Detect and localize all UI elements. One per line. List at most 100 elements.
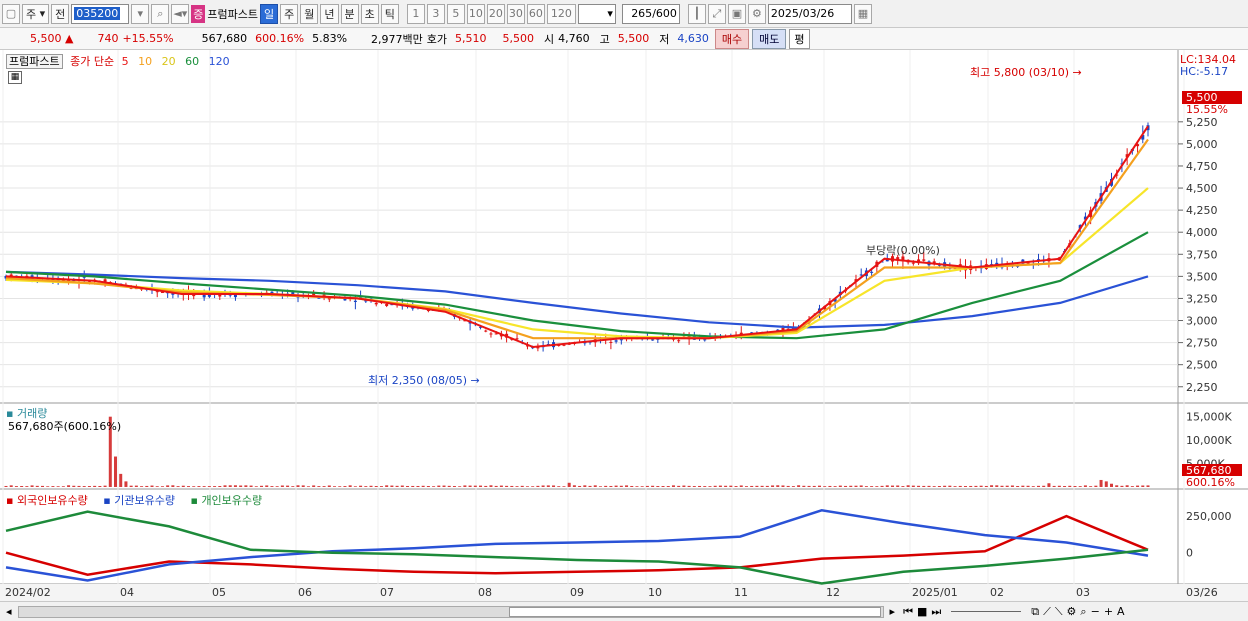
auto-icon[interactable]: A [1117,605,1125,618]
stock-code-input[interactable]: 035200 [71,3,130,24]
toolbar: ▢ 주 ▾ 전 035200 ▾ ⌕ ◄▾ 증 프럼파스트 일 주 월 년 분 … [0,0,1248,28]
volume-bar [56,486,60,487]
volume-bar [4,485,8,487]
volume-bar [906,485,910,487]
scroll-right-icon[interactable]: ▸ [890,605,896,618]
grid-toggle-icon[interactable]: ▦ [8,71,22,84]
last-icon[interactable]: ⏭ [931,605,941,619]
period-mode-select[interactable]: 주 ▾ [22,3,50,24]
open-label: 시 [544,32,555,46]
scroll-left-icon[interactable]: ◂ [6,605,12,618]
volume-bar [364,486,368,487]
volume-bar [72,485,76,487]
ma-20-label: 20 [161,55,176,68]
period-year[interactable]: 년 [320,3,339,24]
candle-body [911,262,915,264]
y-tick-label: 5,250 [1186,116,1218,129]
volume-bar [1047,483,1051,487]
volume-bar [1036,485,1040,487]
period-second[interactable]: 초 [360,3,379,24]
interval-5[interactable]: 5 [446,3,465,24]
volume-bar [760,485,764,487]
volume-bar [348,485,352,487]
volume-bar [437,485,441,487]
volume-bar [51,486,55,487]
candle-body [614,340,618,342]
interval-1[interactable]: 1 [406,3,425,24]
y-tick-label: 4,250 [1186,204,1218,217]
horizontal-scrollbar[interactable] [17,605,884,618]
x-tick-label: 2025/01 [912,586,958,599]
volume-bar [145,485,149,487]
volume-bar [140,486,144,487]
volume-bar [35,485,39,487]
period-tick[interactable]: 틱 [380,3,399,24]
tool-icon[interactable]: ⟍ [1055,605,1063,619]
interval-custom-input[interactable]: ▾ [577,3,616,24]
volume-bar [333,486,337,487]
buy-button[interactable]: 매수 [714,28,750,49]
x-tick-label: 11 [734,586,748,599]
period-month[interactable]: 월 [300,3,319,24]
zoom-out-icon[interactable]: − [1091,605,1100,618]
stock-chart[interactable]: 5,250 5,000 4,750 4,500 4,250 4,000 3,750 3,500… [0,50,1248,601]
volume-bar [828,485,832,487]
volume-bar [171,485,175,487]
volume-bar [755,485,759,487]
volume-bar [541,485,545,487]
search-icon[interactable]: ⌕ [1080,605,1086,619]
interval-60[interactable]: 60 [526,3,545,24]
volume-bar [192,486,196,487]
volume-bar [1052,485,1056,487]
zoom-in-icon[interactable]: + [1104,605,1113,618]
low-label: 저 [659,32,670,46]
avg-button[interactable]: 평 [789,28,810,49]
volume-bar [812,485,816,487]
interval-20[interactable]: 20 [486,3,505,24]
date-input[interactable]: 2025/03/26 [767,3,852,24]
calendar-icon[interactable]: ▦ [853,3,872,24]
interval-10[interactable]: 10 [466,3,485,24]
stop-icon[interactable]: ■ [917,605,927,618]
chart-tool-icon[interactable]: ⤢ [707,3,726,24]
volume-bar [1010,485,1014,487]
save-icon[interactable]: ▣ [727,3,746,24]
stock-name-tag[interactable]: 프럼파스트 [6,54,63,69]
volume-bar [379,486,383,487]
count-input[interactable]: 265/600 [621,3,680,24]
volume-bar [797,485,801,487]
dropdown-icon[interactable]: ▾ [131,3,150,24]
volume-bar [682,485,686,487]
first-icon[interactable]: ⏮ [903,605,913,619]
institution-holding-label: ▪ 기관보유수량 [103,494,175,507]
layout-icon[interactable]: ⧉ [1031,605,1039,619]
gear-icon[interactable]: ⚙ [747,3,766,24]
volume-bar [265,485,269,487]
volume-bar [1099,479,1103,487]
window-icon[interactable]: ▢ [2,3,20,24]
chart-area[interactable]: 5,250 5,000 4,750 4,500 4,250 4,000 3,750 3,500… [0,50,1248,601]
sell-button[interactable]: 매도 [752,28,787,49]
search-icon[interactable]: ⌕ [151,3,170,24]
volume-bar [525,486,529,487]
period-minute[interactable]: 분 [340,3,359,24]
volume-bar [781,485,785,487]
prev-button[interactable]: 전 [51,3,70,24]
period-day[interactable]: 일 [260,3,279,24]
volume-bar [114,456,118,487]
sound-icon[interactable]: ◄▾ [171,3,190,24]
interval-3[interactable]: 3 [426,3,445,24]
period-week[interactable]: 주 [280,3,299,24]
volume-bar [239,485,243,487]
zoom-slider[interactable] [951,611,1022,612]
candle-icon[interactable]: ┃ [687,3,706,24]
settings-icon[interactable]: ⚙ [1067,605,1077,618]
tool-icon[interactable]: ⟋ [1043,605,1051,619]
volume-bar [776,485,780,487]
interval-30[interactable]: 30 [506,3,525,24]
scroll-thumb[interactable] [508,606,881,617]
volume-bar [520,485,524,487]
y-tick-label: 5,000 [1186,138,1218,151]
y-tick-label: 3,000 [1186,315,1218,328]
interval-120[interactable]: 120 [546,3,576,24]
